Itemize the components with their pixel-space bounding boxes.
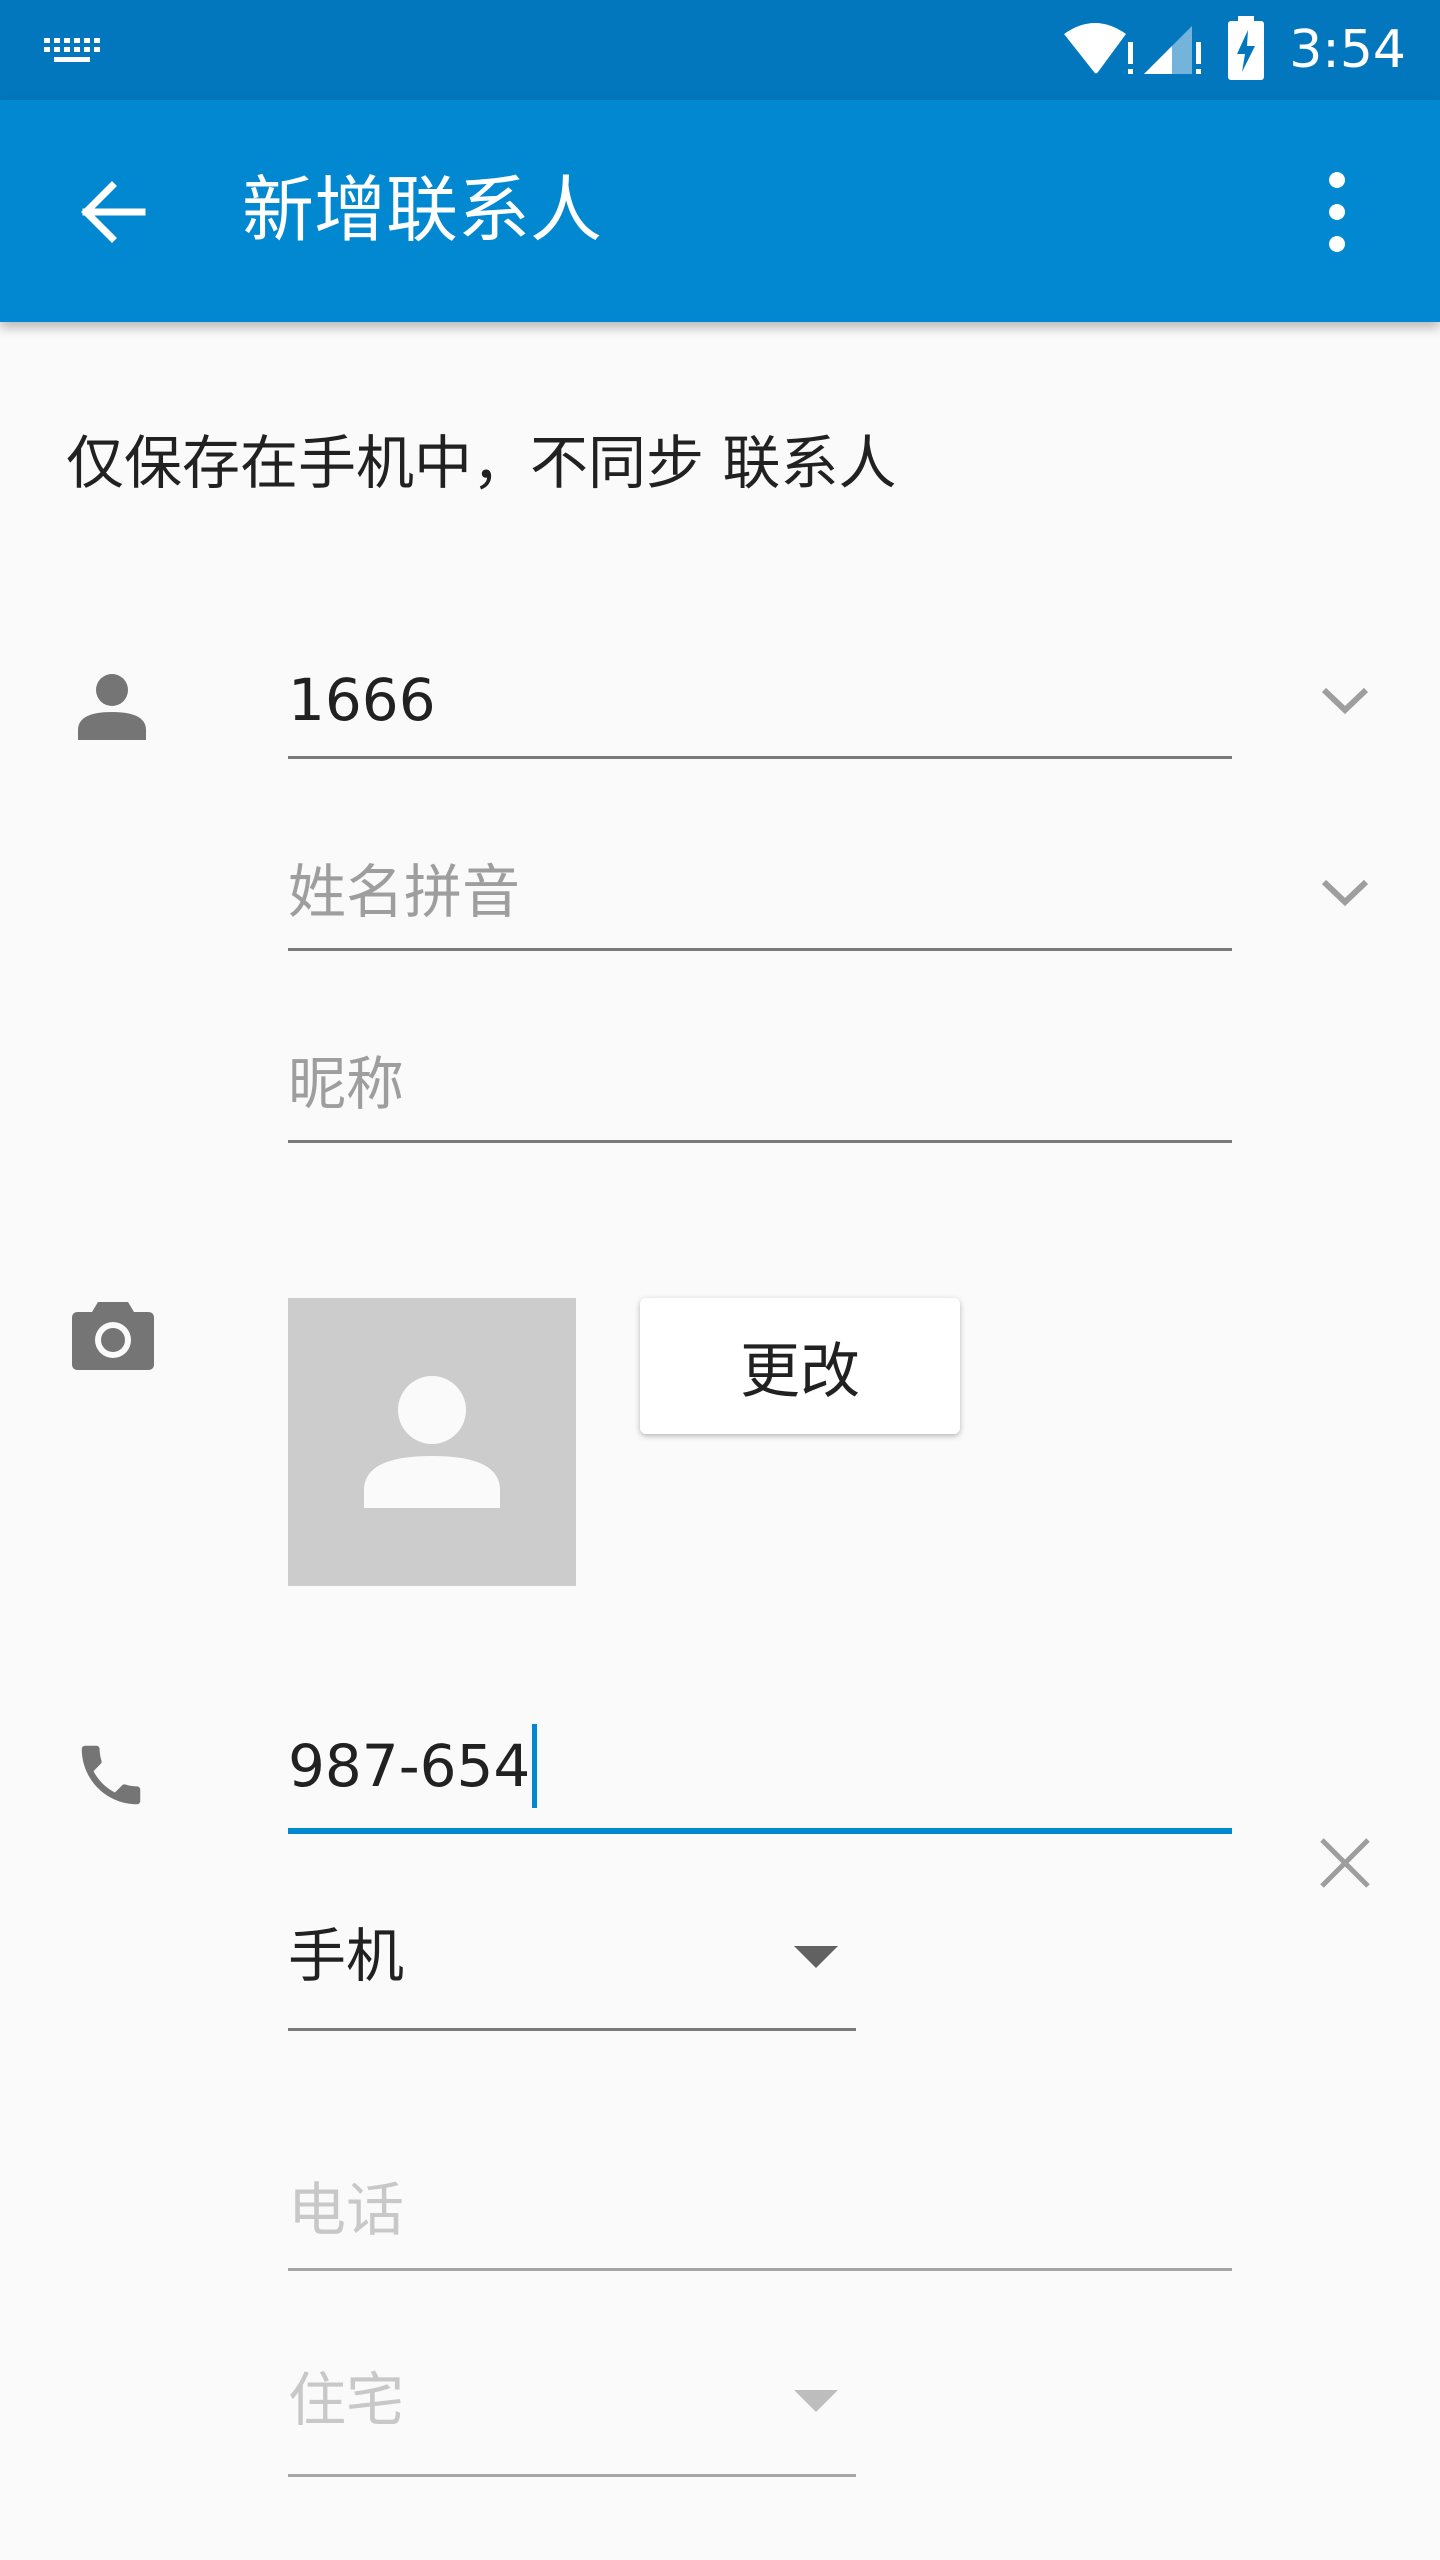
phonetic-name-input[interactable]: 姓名拼音: [288, 852, 520, 932]
nickname-input[interactable]: 昵称: [288, 1044, 404, 1124]
next-phone-type-underline: [288, 2474, 856, 2477]
more-vert-icon[interactable]: [1322, 170, 1352, 254]
phonetic-underline: [288, 948, 1232, 951]
change-photo-button[interactable]: 更改: [640, 1298, 960, 1434]
status-time: 3:54: [1289, 20, 1406, 80]
dropdown-arrow-icon[interactable]: [794, 2390, 838, 2412]
phone-icon: [81, 1745, 141, 1805]
camera-icon: [72, 1302, 154, 1370]
name-input[interactable]: 1666: [288, 660, 436, 740]
dropdown-arrow-icon[interactable]: [794, 1946, 838, 1968]
chevron-down-icon[interactable]: [1320, 878, 1370, 908]
next-phone-underline: [288, 2268, 1232, 2271]
contact-photo[interactable]: [288, 1298, 576, 1586]
keyboard-icon: [44, 38, 100, 62]
phone-input[interactable]: 987-654: [288, 1723, 538, 1808]
phone-type-underline: [288, 2028, 856, 2031]
next-phone-type-select[interactable]: 住宅: [288, 2360, 404, 2440]
close-icon[interactable]: [1318, 1836, 1372, 1890]
battery-charging-icon: [1228, 16, 1264, 80]
wifi-icon: [1064, 23, 1133, 74]
phone-underline-active: [288, 1828, 1232, 1834]
next-phone-input[interactable]: 电话: [288, 2170, 404, 2250]
chevron-down-icon[interactable]: [1320, 686, 1370, 716]
avatar-placeholder-icon: [364, 1376, 500, 1508]
page-title: 新增联系人: [242, 168, 603, 252]
text-cursor: [532, 1723, 538, 1808]
signal-icon: [1144, 26, 1201, 74]
back-arrow-icon[interactable]: [78, 180, 148, 244]
app-bar: [0, 100, 1440, 322]
nickname-underline: [288, 1140, 1232, 1143]
account-info-text: 仅保存在手机中，不同步 联系人: [66, 429, 897, 497]
phone-type-select[interactable]: 手机: [288, 1916, 404, 1996]
status-bar: 3:54: [0, 0, 1440, 100]
person-icon: [78, 674, 146, 740]
phone-value: 987-654: [288, 1732, 531, 1800]
name-underline: [288, 756, 1232, 759]
